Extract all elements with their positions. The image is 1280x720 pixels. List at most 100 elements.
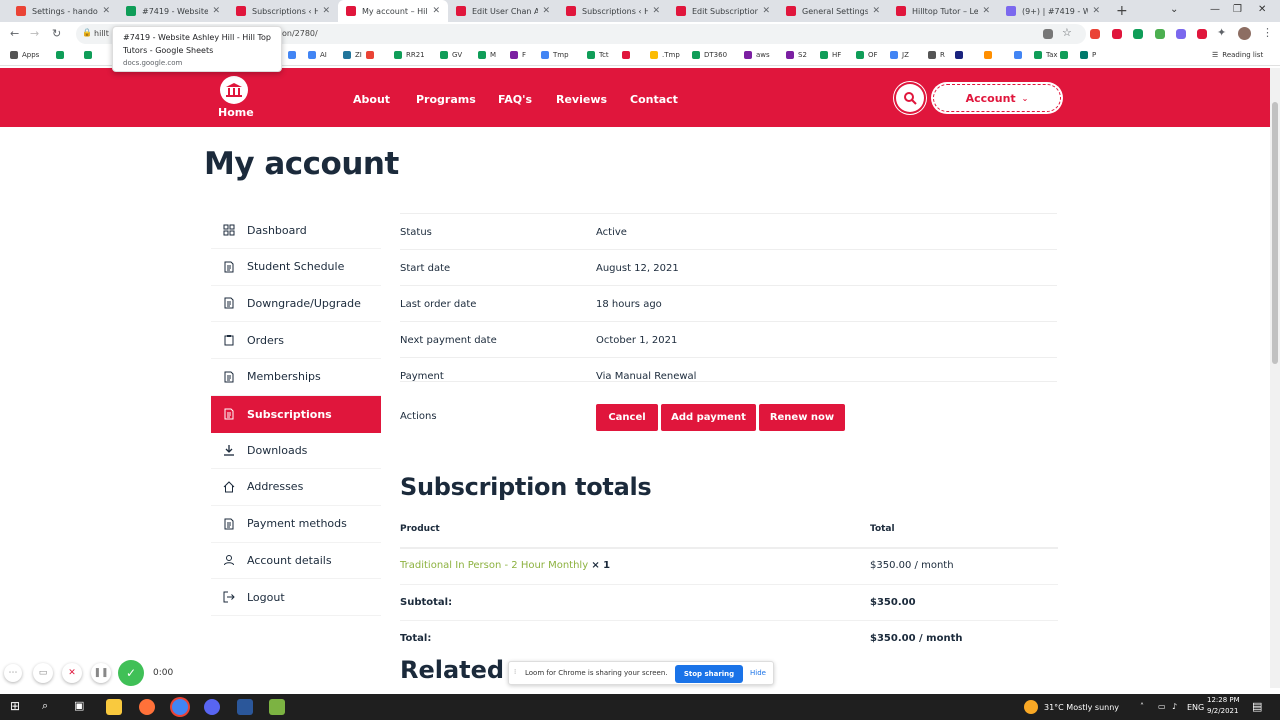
renew-now-button[interactable]: Renew now [759, 404, 845, 431]
add-payment-button[interactable]: Add payment [661, 404, 756, 431]
close-tab-icon[interactable]: ✕ [212, 6, 220, 16]
windows-start-icon[interactable]: ⊞ [10, 699, 20, 713]
close-icon[interactable]: ✕ [62, 663, 82, 683]
close-tab-icon[interactable]: ✕ [762, 6, 770, 16]
nav-reviews[interactable]: Reviews [556, 93, 607, 106]
extension-icon[interactable] [1133, 29, 1143, 39]
bookmark-item[interactable] [984, 51, 996, 59]
star-icon[interactable]: ☆ [1062, 26, 1072, 39]
bookmark-item[interactable]: Tax [1034, 51, 1058, 59]
home-link[interactable]: Home [218, 106, 254, 119]
bookmark-item[interactable]: Tct [587, 51, 609, 59]
browser-tab[interactable]: Edit User Chan Ada✕ [448, 0, 558, 22]
forward-icon[interactable]: → [30, 27, 39, 40]
bookmark-item[interactable]: Apps [10, 51, 39, 59]
extension-icon[interactable] [1197, 29, 1207, 39]
language-indicator[interactable]: ENG [1187, 703, 1204, 712]
sidebar-item-subscriptions[interactable]: Subscriptions [211, 395, 381, 433]
close-tab-icon[interactable]: ✕ [102, 6, 110, 16]
extension-icon[interactable] [1155, 29, 1165, 39]
bookmark-item[interactable]: GV [440, 51, 462, 59]
task-view-icon[interactable]: ▣ [74, 699, 84, 712]
bookmark-item[interactable] [1060, 51, 1072, 59]
clock-date[interactable]: 9/2/2021 [1207, 707, 1238, 715]
sidebar-item-memberships[interactable]: Memberships [211, 359, 381, 396]
close-tab-icon[interactable]: ✕ [322, 6, 330, 16]
firefox-icon[interactable] [139, 699, 155, 715]
close-tab-icon[interactable]: ✕ [652, 6, 660, 16]
account-button[interactable]: Account ⌄ [933, 84, 1061, 112]
close-tab-icon[interactable]: ✕ [542, 6, 550, 16]
close-tab-icon[interactable]: ✕ [872, 6, 880, 16]
app-icon[interactable] [269, 699, 285, 715]
close-tab-icon[interactable]: ✕ [432, 6, 440, 16]
close-tab-icon[interactable]: ✕ [1092, 6, 1100, 16]
extension-icon[interactable] [1090, 29, 1100, 39]
nav-contact[interactable]: Contact [630, 93, 678, 106]
network-icon[interactable]: ▭ [1158, 702, 1166, 711]
extension-icon[interactable] [1112, 29, 1122, 39]
browser-tab[interactable]: My account – Hillt ✕ [338, 0, 448, 22]
bookmark-item[interactable]: aws [744, 51, 770, 59]
camera-icon[interactable]: ▭ [33, 663, 53, 683]
bookmark-item[interactable]: JZ [890, 51, 909, 59]
sidebar-item-student-schedule[interactable]: Student Schedule [211, 249, 381, 286]
weather-icon[interactable] [1024, 700, 1038, 714]
finish-recording-button[interactable]: ✓ [118, 660, 144, 686]
cast-icon[interactable] [1043, 29, 1053, 39]
close-tab-icon[interactable]: ✕ [982, 6, 990, 16]
pause-icon[interactable]: ❚❚ [91, 663, 111, 683]
sidebar-item-downgrade-upgrade[interactable]: Downgrade/Upgrade [211, 285, 381, 323]
sidebar-item-logout[interactable]: Logout [211, 579, 381, 616]
nav-faqs[interactable]: FAQ's [498, 93, 532, 106]
product-link[interactable]: Traditional In Person - 2 Hour Monthly [400, 560, 588, 571]
avatar[interactable] [1238, 27, 1251, 40]
bookmark-item[interactable] [84, 51, 96, 59]
bookmark-item[interactable]: DT360 [692, 51, 727, 59]
restore-icon[interactable]: ❐ [1233, 4, 1242, 15]
more-icon[interactable]: ⋯ [4, 664, 22, 682]
volume-icon[interactable]: ♪ [1172, 702, 1177, 711]
back-icon[interactable]: ← [10, 27, 19, 40]
nav-about[interactable]: About [353, 93, 390, 106]
search-icon[interactable]: ⌕ [42, 699, 48, 713]
sidebar-item-orders[interactable]: Orders [211, 322, 381, 360]
sidebar-item-downloads[interactable]: Downloads [211, 432, 381, 470]
menu-icon[interactable]: ⋮ [1262, 26, 1273, 39]
bookmark-item[interactable] [288, 51, 300, 59]
browser-tab[interactable]: Settings - handoko ✕ [8, 0, 118, 22]
stop-sharing-button[interactable]: Stop sharing [675, 665, 743, 683]
bookmark-item[interactable]: F [510, 51, 526, 59]
browser-tab[interactable]: Edit Subscription ‹ ✕ [668, 0, 778, 22]
bookmark-item[interactable] [56, 51, 68, 59]
drag-handle-icon[interactable]: ⁞ [514, 668, 516, 676]
bookmark-item[interactable]: .Tmp [650, 51, 680, 59]
reload-icon[interactable]: ↻ [52, 27, 61, 40]
bookmark-item[interactable] [1014, 51, 1026, 59]
bookmark-item[interactable]: AI [308, 51, 327, 59]
browser-tab[interactable]: Subscriptions ‹ Hill✕ [558, 0, 668, 22]
clock-time[interactable]: 12:28 PM [1207, 696, 1240, 704]
app-icon[interactable] [204, 699, 220, 715]
sidebar-item-payment-methods[interactable]: Payment methods [211, 506, 381, 543]
close-window-icon[interactable]: ✕ [1258, 4, 1266, 15]
bookmark-item[interactable]: HF [820, 51, 841, 59]
scrollbar-thumb[interactable] [1272, 102, 1278, 364]
bookmark-item[interactable] [955, 51, 967, 59]
search-button[interactable] [896, 84, 924, 112]
weather-text[interactable]: 31°C Mostly sunny [1044, 703, 1119, 712]
bookmark-item[interactable]: S2 [786, 51, 807, 59]
browser-tab[interactable]: General Settings ‹ ✕ [778, 0, 888, 22]
bookmark-item[interactable]: ZI [343, 51, 362, 59]
tray-arrow-icon[interactable]: ˄ [1140, 702, 1144, 711]
bookmark-item[interactable]: P [1080, 51, 1096, 59]
new-tab-icon[interactable]: + [1116, 3, 1128, 19]
nav-programs[interactable]: Programs [416, 93, 476, 106]
bookmark-item[interactable]: M [478, 51, 496, 59]
browser-tab[interactable]: (9+) | #7419 - Web✕ [998, 0, 1108, 22]
browser-tab[interactable]: Subscriptions ‹ Hill✕ [228, 0, 338, 22]
bookmark-item[interactable]: Tmp [541, 51, 569, 59]
file-explorer-icon[interactable] [106, 699, 122, 715]
puzzle-icon[interactable]: ✦ [1217, 26, 1226, 39]
bookmark-item[interactable] [366, 51, 378, 59]
